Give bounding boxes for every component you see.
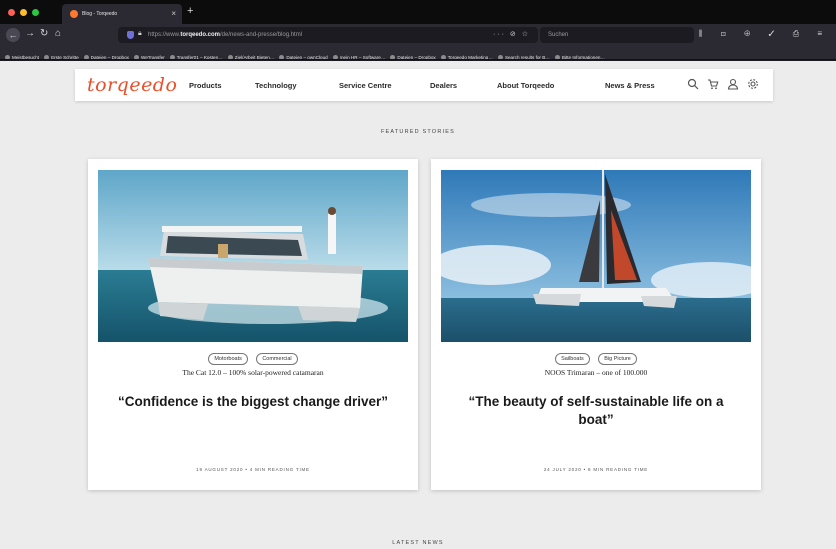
- bookmark-icon: [554, 55, 560, 59]
- story-meta: 24 JULY 2020 • 8 MIN READING TIME: [543, 467, 649, 472]
- cart-icon[interactable]: [707, 78, 719, 90]
- site-header: Torqeedo Products Technology Service Cen…: [75, 69, 773, 101]
- tracking-shield-icon[interactable]: [127, 31, 134, 39]
- story-card[interactable]: Sailboats Big Picture NOOS Trimaran – on…: [431, 159, 761, 490]
- browser-nav-bar: ← → ↻ ⌂ 🔒︎ https://www.torqeedo.com/de/n…: [0, 24, 836, 46]
- bookmark-label: Bitte Informationen…: [561, 55, 606, 60]
- search-input[interactable]: Suchen: [540, 27, 694, 43]
- bookmark-label: Torqeedo Marketing…: [447, 55, 493, 60]
- url-text: https://www.torqeedo.com/de/news-and-pre…: [148, 32, 303, 38]
- bookmark-item[interactable]: Bitte Informationen…: [554, 51, 606, 60]
- maximize-window-dot[interactable]: [32, 9, 39, 16]
- page-actions-icon[interactable]: ··· ⊘ ☆: [493, 30, 530, 38]
- story-meta: 19 AUGUST 2020 • 4 MIN READING TIME: [196, 467, 310, 472]
- bookmark-item[interactable]: Meistbesucht: [5, 51, 40, 60]
- bookmark-item[interactable]: Torqeedo Marketing…: [440, 51, 493, 60]
- story-subtitle: The Cat 12.0 – 100% solar-powered catama…: [182, 368, 324, 377]
- tag-motorboats[interactable]: Motorboats: [208, 353, 248, 365]
- bookmark-icon: [5, 55, 10, 59]
- latest-news-heading: LATEST NEWS: [392, 540, 444, 546]
- lock-icon[interactable]: 🔒︎: [138, 30, 142, 38]
- bookmark-label: Dateien – Dropbox: [397, 55, 436, 60]
- nav-service-centre[interactable]: Service Centre: [339, 81, 392, 90]
- tab-title: Blog - Torqeedo: [82, 11, 118, 17]
- close-tab-icon[interactable]: ×: [171, 9, 176, 18]
- browser-tab-bar: Blog - Torqeedo × +: [0, 0, 836, 24]
- bookmark-label: WeTransfer: [140, 55, 165, 60]
- bookmark-item[interactable]: WeTransfer: [133, 51, 165, 60]
- bookmark-item[interactable]: Search results for B…: [497, 51, 550, 60]
- bookmark-icon: [279, 55, 285, 59]
- forward-icon[interactable]: →: [25, 28, 35, 40]
- close-window-dot[interactable]: [8, 9, 15, 16]
- bookmark-label: Erste Schritte: [51, 55, 79, 60]
- browser-tab[interactable]: Blog - Torqeedo ×: [62, 4, 182, 24]
- search-placeholder: Suchen: [548, 32, 569, 38]
- bookmark-label: Meistbesucht: [12, 55, 40, 60]
- bookmark-item[interactable]: Dateien – ownCloud: [279, 51, 328, 60]
- bookmark-item[interactable]: Transfer01 – Kosten…: [169, 51, 223, 60]
- story-tags: Motorboats Commercial: [88, 347, 418, 365]
- bookmark-label: mein HR – Software…: [339, 55, 386, 60]
- bookmark-item[interactable]: mein HR – Software…: [332, 51, 386, 60]
- bookmark-icon: [440, 55, 446, 59]
- bookmark-icon: [44, 55, 50, 59]
- torqeedo-favicon-icon: [70, 10, 78, 18]
- story-subtitle: NOOS Trimaran – one of 100.000: [544, 368, 648, 377]
- featured-stories-heading: FEATURED STORIES: [380, 129, 455, 135]
- tag-sailboats[interactable]: Sailboats: [555, 353, 590, 365]
- story-headline[interactable]: “The beauty of self-sustainable life on …: [451, 393, 741, 429]
- bookmark-label: Dateien – ownCloud: [286, 55, 328, 60]
- story-tags: Sailboats Big Picture: [431, 347, 761, 365]
- story-headline[interactable]: “Confidence is the biggest change driver…: [108, 393, 398, 411]
- bookmark-item[interactable]: Ziel/Arbeit Bieten…: [227, 51, 275, 60]
- search-icon[interactable]: [687, 78, 699, 90]
- bookmark-icon: [390, 55, 396, 59]
- back-icon[interactable]: ←: [6, 28, 20, 42]
- bookmark-icon: [332, 55, 338, 59]
- story-card[interactable]: Motorboats Commercial The Cat 12.0 – 100…: [88, 159, 418, 490]
- nav-dealers[interactable]: Dealers: [430, 81, 457, 90]
- bookmark-icon: [83, 55, 89, 59]
- bookmarks-bar: Meistbesucht Erste Schritte Dateien – Drop…: [0, 46, 836, 60]
- minimize-window-dot[interactable]: [20, 9, 27, 16]
- new-tab-icon[interactable]: +: [187, 6, 193, 17]
- user-icon[interactable]: [727, 78, 739, 90]
- nav-products[interactable]: Products: [189, 81, 222, 90]
- tag-commercial[interactable]: Commercial: [256, 353, 298, 365]
- nav-about[interactable]: About Torqeedo: [497, 81, 554, 90]
- nav-news-press[interactable]: News & Press: [605, 81, 655, 90]
- bookmark-item[interactable]: Dateien – Dropbox: [83, 51, 129, 60]
- bookmark-icon: [169, 55, 175, 59]
- bookmark-icon: [227, 55, 233, 59]
- home-icon[interactable]: ⌂: [55, 28, 61, 40]
- bookmark-icon: [497, 55, 503, 59]
- bookmark-icon: [133, 55, 139, 59]
- tag-big-picture[interactable]: Big Picture: [598, 353, 637, 365]
- bookmark-item[interactable]: Dateien – Dropbox: [390, 51, 436, 60]
- bookmark-label: Transfer01 – Kosten…: [176, 55, 223, 60]
- bookmark-label: Dateien – Dropbox: [90, 55, 129, 60]
- bookmark-item[interactable]: Erste Schritte: [44, 51, 79, 60]
- reload-icon[interactable]: ↻: [40, 28, 48, 40]
- settings-gear-icon[interactable]: [747, 78, 759, 90]
- toolbar-icons[interactable]: ⫼ ⊡ ⊕ ✓ ⎙ ≡: [699, 29, 830, 39]
- torqeedo-logo[interactable]: Torqeedo: [87, 74, 177, 96]
- nav-technology[interactable]: Technology: [255, 81, 297, 90]
- url-bar[interactable]: 🔒︎ https://www.torqeedo.com/de/news-and-…: [118, 27, 538, 43]
- bookmark-label: Ziel/Arbeit Bieten…: [234, 55, 275, 60]
- web-page: Torqeedo Products Technology Service Cen…: [0, 61, 836, 549]
- trimaran-photo[interactable]: [441, 170, 751, 342]
- catamaran-photo[interactable]: [98, 170, 408, 342]
- bookmark-label: Search results for B…: [504, 55, 550, 60]
